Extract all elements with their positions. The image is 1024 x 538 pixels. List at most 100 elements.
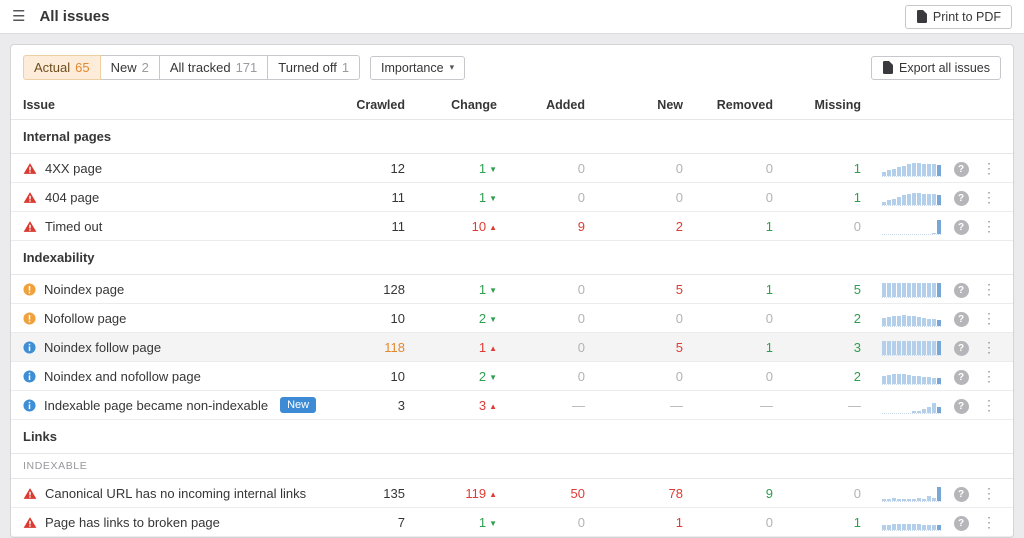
arrow-up-icon: ▲	[489, 490, 497, 499]
kebab-menu-icon[interactable]: ⋮	[982, 281, 996, 297]
tab-count: 65	[75, 60, 89, 75]
history-sparkline	[882, 397, 941, 414]
issue-label[interactable]: Noindex follow page	[44, 340, 161, 355]
kebab-menu-icon[interactable]: ⋮	[982, 310, 996, 326]
crawled-value: 10	[335, 311, 405, 326]
menu-cell: ⋮	[977, 369, 1001, 384]
issue-row[interactable]: 404 page111▼0001?⋮	[11, 183, 1013, 212]
missing-value: 2	[773, 369, 861, 384]
change-value: 1▼	[405, 190, 497, 205]
help-cell: ?	[945, 368, 977, 385]
help-icon[interactable]: ?	[954, 487, 969, 502]
removed-value: 0	[683, 369, 773, 384]
issue-label[interactable]: Noindex and nofollow page	[44, 369, 201, 384]
arrow-down-icon: ▼	[489, 373, 497, 382]
kebab-menu-icon[interactable]: ⋮	[982, 368, 996, 384]
help-icon[interactable]: ?	[954, 370, 969, 385]
new-value: 1	[585, 515, 683, 530]
help-icon[interactable]: ?	[954, 191, 969, 206]
print-to-pdf-label: Print to PDF	[933, 10, 1001, 24]
kebab-menu-icon[interactable]: ⋮	[982, 218, 996, 234]
help-icon[interactable]: ?	[954, 399, 969, 414]
missing-value: 3	[773, 340, 861, 355]
help-icon[interactable]: ?	[954, 341, 969, 356]
history-sparkline	[882, 368, 941, 385]
column-header-change[interactable]: Change	[405, 98, 497, 112]
new-value: 0	[585, 161, 683, 176]
issue-row[interactable]: Noindex page1281▼0515?⋮	[11, 275, 1013, 304]
help-icon[interactable]: ?	[954, 516, 969, 531]
added-value: 0	[497, 369, 585, 384]
history-sparkline	[882, 339, 941, 356]
issue-label[interactable]: 404 page	[45, 190, 99, 205]
issue-row[interactable]: Indexable page became non-indexableNew33…	[11, 391, 1013, 420]
missing-value: —	[773, 398, 861, 413]
change-value: 2▼	[405, 369, 497, 384]
missing-value: 1	[773, 190, 861, 205]
kebab-menu-icon[interactable]: ⋮	[982, 485, 996, 501]
tab-count: 2	[142, 60, 149, 75]
issue-row[interactable]: Page has links to broken page71▼0101?⋮	[11, 508, 1013, 537]
menu-cell: ⋮	[977, 515, 1001, 530]
issue-label[interactable]: Canonical URL has no incoming internal l…	[45, 486, 306, 501]
importance-dropdown[interactable]: Importance ▾	[370, 56, 465, 80]
removed-value: 0	[683, 515, 773, 530]
filter-tab-actual[interactable]: Actual65	[23, 55, 101, 80]
tab-label: New	[111, 60, 137, 75]
help-icon[interactable]: ?	[954, 162, 969, 177]
issue-cell: 4XX page	[23, 161, 335, 176]
change-number: 1	[479, 515, 486, 530]
issue-cell: Page has links to broken page	[23, 515, 335, 530]
change-number: 2	[479, 369, 486, 384]
history-sparkline	[882, 281, 941, 298]
column-header-added[interactable]: Added	[497, 98, 585, 112]
issue-label[interactable]: Nofollow page	[44, 311, 126, 326]
kebab-menu-icon[interactable]: ⋮	[982, 397, 996, 413]
change-number: 10	[472, 219, 486, 234]
issue-row[interactable]: Noindex and nofollow page102▼0002?⋮	[11, 362, 1013, 391]
column-header-removed[interactable]: Removed	[683, 98, 773, 112]
issue-row[interactable]: Canonical URL has no incoming internal l…	[11, 479, 1013, 508]
arrow-up-icon: ▲	[489, 344, 497, 353]
issue-row[interactable]: Timed out1110▲9210?⋮	[11, 212, 1013, 241]
issue-label[interactable]: Indexable page became non-indexable	[44, 398, 268, 413]
help-icon[interactable]: ?	[954, 220, 969, 235]
kebab-menu-icon[interactable]: ⋮	[982, 514, 996, 530]
issue-label[interactable]: Timed out	[45, 219, 102, 234]
change-value: 119▲	[405, 486, 497, 501]
help-icon[interactable]: ?	[954, 312, 969, 327]
error-icon	[23, 516, 37, 529]
kebab-menu-icon[interactable]: ⋮	[982, 189, 996, 205]
kebab-menu-icon[interactable]: ⋮	[982, 160, 996, 176]
new-value: 0	[585, 311, 683, 326]
filter-tab-new[interactable]: New 2	[100, 55, 160, 80]
sparkline-cell	[861, 368, 945, 385]
added-value: —	[497, 398, 585, 413]
column-header-issue[interactable]: Issue	[23, 98, 335, 112]
export-all-issues-button[interactable]: Export all issues	[871, 56, 1001, 80]
export-icon	[882, 61, 893, 74]
issue-label[interactable]: Noindex page	[44, 282, 124, 297]
arrow-down-icon: ▼	[489, 194, 497, 203]
column-header-missing[interactable]: Missing	[773, 98, 861, 112]
column-header-new[interactable]: New	[585, 98, 683, 112]
help-cell: ?	[945, 485, 977, 502]
issue-label[interactable]: 4XX page	[45, 161, 102, 176]
print-to-pdf-button[interactable]: Print to PDF	[905, 5, 1012, 29]
issue-label[interactable]: Page has links to broken page	[45, 515, 220, 530]
issue-row[interactable]: Noindex follow page1181▲0513?⋮	[11, 333, 1013, 362]
issue-row[interactable]: 4XX page121▼0001?⋮	[11, 154, 1013, 183]
error-icon	[23, 487, 37, 500]
filter-tab-turned-off[interactable]: Turned off1	[267, 55, 360, 80]
kebab-menu-icon[interactable]: ⋮	[982, 339, 996, 355]
column-header-crawled[interactable]: Crawled	[335, 98, 405, 112]
issue-cell: Noindex and nofollow page	[23, 369, 335, 384]
help-icon[interactable]: ?	[954, 283, 969, 298]
menu-icon[interactable]: ☰	[12, 9, 25, 24]
filter-tab-all-tracked[interactable]: All tracked171	[159, 55, 268, 80]
removed-value: 0	[683, 161, 773, 176]
new-value: 2	[585, 219, 683, 234]
issue-row[interactable]: Nofollow page102▼0002?⋮	[11, 304, 1013, 333]
menu-cell: ⋮	[977, 219, 1001, 234]
change-number: 1	[479, 161, 486, 176]
